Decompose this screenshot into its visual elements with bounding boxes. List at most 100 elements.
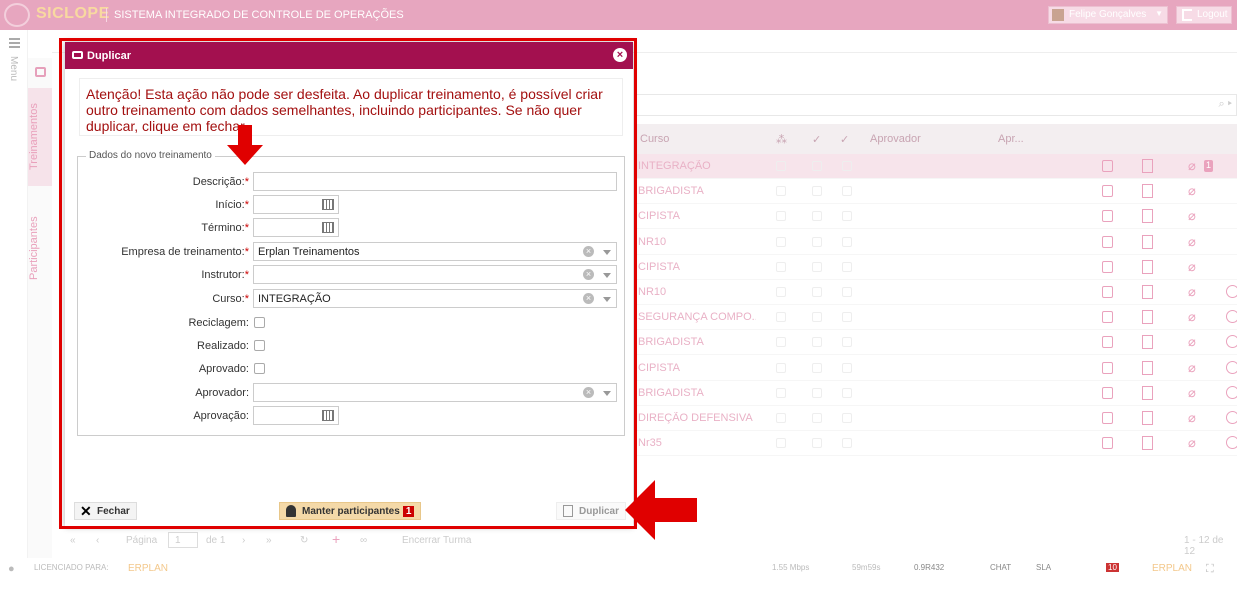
calendar-icon[interactable] — [322, 410, 334, 421]
calendar-check-icon[interactable] — [1102, 260, 1113, 273]
close-icon[interactable]: × — [613, 48, 627, 62]
table-row[interactable]: INTEGRAÇÃO ⌀ 1 — [636, 154, 1237, 179]
logout-button[interactable]: Logout — [1176, 6, 1232, 24]
calendar-check-icon[interactable] — [1102, 336, 1113, 349]
paperclip-icon[interactable]: ⌀ — [1188, 183, 1196, 199]
next-page-icon[interactable]: › — [242, 535, 245, 546]
document-icon[interactable] — [1142, 436, 1153, 451]
document-icon[interactable] — [1142, 234, 1153, 249]
calendar-check-icon[interactable] — [1102, 412, 1113, 424]
clear-icon[interactable]: × — [583, 387, 594, 398]
clear-icon[interactable]: × — [583, 269, 594, 280]
chevron-down-icon[interactable] — [603, 273, 611, 278]
table-row[interactable]: Nr35 ⌀ — [636, 431, 1237, 457]
paperclip-icon[interactable]: ⌀ — [1188, 435, 1196, 451]
table-row[interactable]: BRIGADISTA ⌀ — [636, 381, 1237, 406]
document-icon[interactable] — [1142, 335, 1153, 350]
paperclip-icon[interactable]: ⌀ — [1188, 234, 1196, 250]
curso-select[interactable]: INTEGRAÇÃO × — [253, 289, 617, 308]
clock-icon[interactable] — [1226, 335, 1237, 349]
document-icon[interactable] — [1142, 209, 1153, 224]
calendar-check-icon[interactable] — [1102, 437, 1113, 450]
column-aprovador[interactable]: Aprovador — [870, 133, 921, 145]
clock-icon[interactable] — [1226, 385, 1237, 399]
aprovador-select[interactable]: × — [253, 383, 617, 402]
clock-icon[interactable] — [1226, 310, 1237, 324]
table-row[interactable]: CIPISTA ⌀ — [636, 204, 1237, 230]
clear-icon[interactable]: × — [583, 293, 594, 304]
fullscreen-icon[interactable]: ⛶ — [1206, 563, 1214, 576]
first-page-icon[interactable]: « — [70, 535, 76, 546]
calendar-check-icon[interactable] — [1102, 311, 1113, 324]
menu-label[interactable]: Menu — [8, 56, 19, 81]
table-row[interactable]: DIREÇÃO DEFENSIVA ⌀ — [636, 406, 1237, 431]
dialog-title-bar[interactable]: Duplicar × — [65, 42, 633, 69]
clock-icon[interactable] — [1226, 411, 1237, 424]
calendar-check-icon[interactable] — [1102, 235, 1113, 248]
table-row[interactable]: SEGURANÇA COMPO... ⌀ — [636, 305, 1237, 331]
search-icon[interactable]: ⌕ ▸ — [1219, 98, 1232, 111]
column-curso[interactable]: Curso — [640, 133, 669, 145]
tab-treinamentos[interactable]: Treinamentos — [28, 88, 52, 186]
clear-icon[interactable]: × — [583, 246, 594, 257]
notification-count[interactable]: 10 — [1106, 563, 1119, 572]
reciclagem-checkbox[interactable] — [254, 317, 265, 328]
clock-icon[interactable] — [1226, 285, 1237, 298]
aprovacao-date-input[interactable] — [253, 406, 339, 425]
add-icon[interactable]: + — [332, 531, 340, 547]
table-row[interactable]: NR10 ⌀ — [636, 230, 1237, 255]
instrutor-select[interactable]: × — [253, 265, 617, 284]
calendar-check-icon[interactable] — [1102, 286, 1113, 298]
calendar-check-icon[interactable] — [1102, 361, 1113, 374]
document-icon[interactable] — [1142, 184, 1153, 199]
manter-participantes-button[interactable]: Manter participantes 1 — [279, 502, 422, 520]
tab-participantes[interactable]: Participantes — [28, 198, 52, 298]
paperclip-icon[interactable]: ⌀ — [1188, 334, 1196, 350]
document-icon[interactable] — [1142, 259, 1153, 274]
help-icon[interactable]: ● — [8, 563, 15, 575]
table-row[interactable]: BRIGADISTA ⌀ — [636, 330, 1237, 356]
chevron-down-icon[interactable] — [603, 391, 611, 396]
paperclip-icon[interactable]: ⌀ — [1188, 158, 1196, 174]
document-icon[interactable] — [1142, 411, 1153, 425]
column-aprovacao[interactable]: Apr... — [998, 133, 1024, 145]
calendar-icon[interactable] — [35, 67, 46, 77]
fechar-button[interactable]: ✕ Fechar — [74, 502, 137, 520]
clock-icon[interactable] — [1226, 360, 1237, 374]
chat-button[interactable]: CHAT — [990, 563, 1011, 572]
grid-search-input[interactable]: ⌕ ▸ — [636, 94, 1237, 116]
paperclip-icon[interactable]: ⌀ — [1188, 208, 1196, 224]
paperclip-icon[interactable]: ⌀ — [1188, 309, 1196, 325]
table-row[interactable]: NR10 ⌀ — [636, 280, 1237, 305]
table-row[interactable]: CIPISTA ⌀ — [636, 356, 1237, 381]
document-icon[interactable] — [1142, 310, 1153, 325]
user-menu[interactable]: Felipe Gonçalves ▼ — [1048, 6, 1168, 24]
refresh-icon[interactable]: ↻ — [300, 535, 308, 546]
descricao-input[interactable] — [253, 172, 617, 191]
clock-icon[interactable] — [1226, 436, 1237, 450]
document-icon[interactable] — [1142, 385, 1153, 400]
table-row[interactable]: BRIGADISTA ⌀ — [636, 179, 1237, 205]
encerrar-turma-button[interactable]: Encerrar Turma — [402, 535, 471, 546]
document-icon[interactable] — [1142, 159, 1153, 173]
duplicar-button[interactable]: Duplicar — [556, 502, 627, 520]
empresa-select[interactable]: Erplan Treinamentos × — [253, 242, 617, 261]
prev-page-icon[interactable]: ‹ — [96, 535, 99, 546]
chevron-down-icon[interactable] — [603, 297, 611, 302]
calendar-check-icon[interactable] — [1102, 386, 1113, 399]
calendar-check-icon[interactable] — [1102, 185, 1113, 198]
aprovado-checkbox[interactable] — [254, 363, 265, 374]
paperclip-icon[interactable]: ⌀ — [1188, 360, 1196, 376]
calendar-check-icon[interactable] — [1102, 160, 1113, 172]
termino-date-input[interactable] — [253, 218, 339, 237]
page-input[interactable]: 1 — [168, 532, 198, 548]
table-row[interactable]: CIPISTA ⌀ — [636, 255, 1237, 280]
link-icon[interactable]: ∞ — [360, 535, 367, 546]
document-icon[interactable] — [1142, 285, 1153, 299]
chevron-down-icon[interactable] — [603, 250, 611, 255]
sla-select[interactable]: SLA — [1036, 563, 1051, 572]
realizado-checkbox[interactable] — [254, 340, 265, 351]
calendar-icon[interactable] — [322, 199, 334, 210]
paperclip-icon[interactable]: ⌀ — [1188, 259, 1196, 275]
inicio-date-input[interactable] — [253, 195, 339, 214]
